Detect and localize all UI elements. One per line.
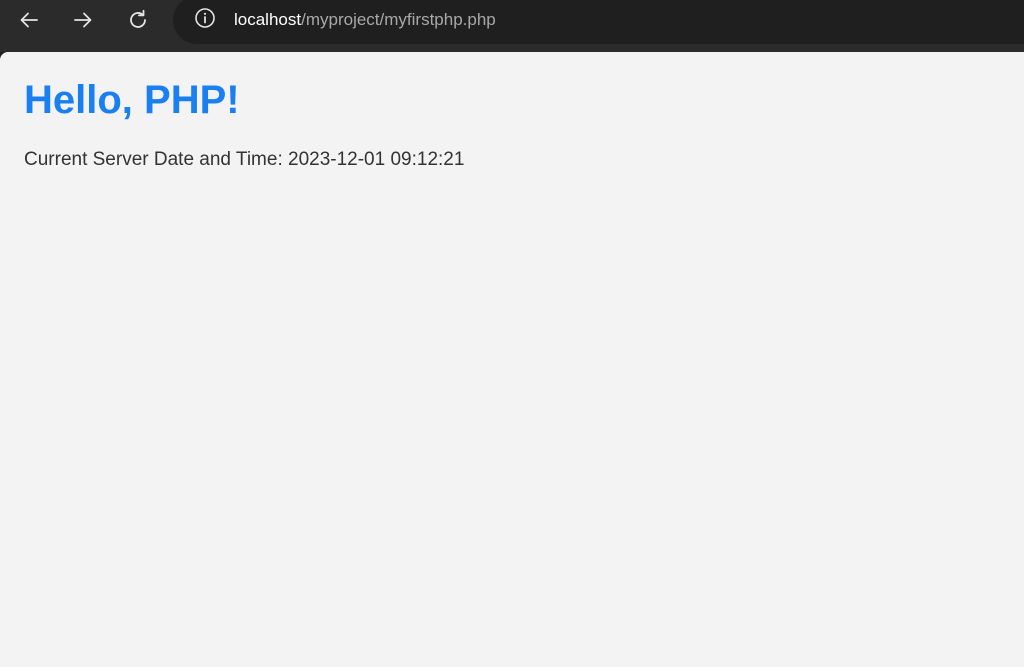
address-bar[interactable]: localhost/myproject/myfirstphp.php xyxy=(173,0,1024,44)
url-path: /myproject/myfirstphp.php xyxy=(301,10,496,29)
url-host: localhost xyxy=(234,10,302,29)
page-viewport: Hello, PHP! Current Server Date and Time… xyxy=(0,52,1024,667)
arrow-left-icon xyxy=(17,8,41,32)
datetime-value: 2023-12-01 09:12:21 xyxy=(288,149,465,170)
browser-toolbar: localhost/myproject/myfirstphp.php xyxy=(0,0,1024,52)
site-info-button[interactable] xyxy=(193,7,217,34)
info-circle-icon xyxy=(194,7,216,34)
reload-button[interactable] xyxy=(121,4,155,36)
url-text[interactable]: localhost/myproject/myfirstphp.php xyxy=(234,8,496,32)
datetime-label: Current Server Date and Time: xyxy=(24,149,283,170)
back-button[interactable] xyxy=(12,4,46,36)
arrow-right-icon xyxy=(71,8,95,32)
reload-icon xyxy=(126,8,150,32)
page-title: Hello, PHP! xyxy=(24,78,240,122)
server-datetime-text: Current Server Date and Time: 2023-12-01… xyxy=(24,148,464,172)
forward-button[interactable] xyxy=(66,4,100,36)
